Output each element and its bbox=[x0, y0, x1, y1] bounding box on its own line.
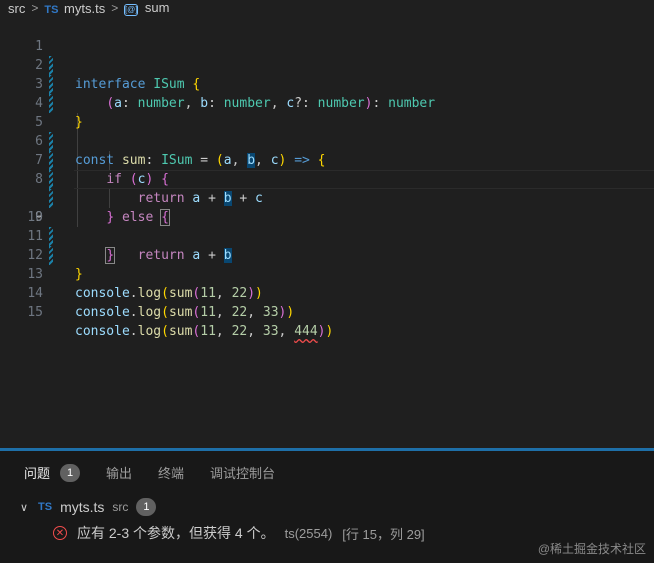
symbol-variable-icon: [@] bbox=[124, 3, 139, 16]
code-line-active[interactable]: 9 return a + b bbox=[0, 170, 654, 263]
tab-terminal-label: 终端 bbox=[158, 466, 185, 481]
code-line[interactable]: 8 } else { bbox=[0, 151, 654, 226]
error-icon: ✕ bbox=[53, 526, 67, 540]
chevron-right-icon: > bbox=[31, 1, 39, 15]
code-line[interactable]: 2 (a: number, b: number, c?: number): nu… bbox=[0, 37, 654, 111]
code-editor[interactable]: 1 interface ISum { 2 (a: number, b: numb… bbox=[0, 18, 654, 448]
problem-file-count-badge: 1 bbox=[136, 498, 157, 516]
code-line[interactable]: 12 bbox=[0, 227, 654, 263]
code-line[interactable]: 10 } bbox=[0, 189, 654, 264]
typescript-icon: TS bbox=[44, 3, 59, 16]
problem-message: 应有 2-3 个参数，但获得 4 个。 bbox=[77, 525, 275, 541]
code-line[interactable]: 1 interface ISum { bbox=[0, 18, 654, 92]
problem-file-row[interactable]: ∨ TS myts.ts src 1 bbox=[18, 498, 157, 516]
problem-item[interactable]: ✕ 应有 2-3 个参数，但获得 4 个。 ts(2554) [行 15，列 2… bbox=[53, 523, 425, 543]
panel-tabs: 问题 1 输出 终端 调试控制台 bbox=[24, 463, 275, 482]
tab-debug-console-label: 调试控制台 bbox=[210, 466, 276, 481]
tab-output[interactable]: 输出 bbox=[106, 463, 132, 482]
line-number: 15 bbox=[27, 305, 43, 320]
tab-problems[interactable]: 问题 1 bbox=[24, 463, 81, 482]
tab-terminal[interactable]: 终端 bbox=[158, 463, 184, 482]
code-line[interactable]: 7 return a + b + c bbox=[0, 132, 654, 206]
code-text: console.log(sum(11, 22, 33)) bbox=[75, 305, 295, 320]
chevron-right-icon: > bbox=[111, 1, 119, 15]
typescript-icon: TS bbox=[38, 501, 53, 513]
code-line[interactable]: 13 console.log(sum(11, 22)) bbox=[0, 246, 654, 301]
code-line[interactable]: 15 console.log(sum(11, 22, 33, 444)) bbox=[0, 284, 654, 339]
bottom-panel: 问题 1 输出 终端 调试控制台 ∨ TS myts.ts src 1 ✕ 应有… bbox=[0, 451, 654, 563]
current-line-highlight bbox=[74, 170, 654, 189]
breadcrumb-folder[interactable]: src bbox=[8, 1, 25, 16]
code-line[interactable]: 5 const sum: ISum = (a, b, c) => { bbox=[0, 94, 654, 168]
chevron-down-icon[interactable]: ∨ bbox=[18, 501, 30, 514]
tab-output-label: 输出 bbox=[106, 466, 133, 481]
code-text: console.log(sum(11, 22, 33, 444)) bbox=[75, 324, 334, 339]
tab-problems-label: 问题 bbox=[24, 466, 51, 481]
code-line[interactable]: 3 } bbox=[0, 56, 654, 130]
breadcrumb: src > TS myts.ts > [@] sum bbox=[0, 0, 654, 16]
code-line[interactable]: 4 bbox=[0, 75, 654, 111]
code-line[interactable]: 6 if (c) { bbox=[0, 113, 654, 187]
problem-file-name: myts.ts bbox=[60, 499, 105, 515]
problem-location: [行 15，列 29] bbox=[342, 526, 425, 542]
breadcrumb-symbol-label: sum bbox=[144, 0, 170, 16]
problem-code: ts(2554) bbox=[284, 525, 333, 541]
code-line[interactable]: 14 console.log(sum(11, 22, 33)) bbox=[0, 265, 654, 320]
watermark: @稀土掘金技术社区 bbox=[537, 542, 646, 556]
breadcrumb-file[interactable]: TS myts.ts bbox=[44, 1, 105, 16]
problem-file-dir: src bbox=[112, 500, 129, 514]
tab-debug-console[interactable]: 调试控制台 bbox=[210, 463, 275, 482]
breadcrumb-symbol[interactable]: [@] sum bbox=[124, 0, 169, 16]
vscode-window: src > TS myts.ts > [@] sum 1 interface I… bbox=[0, 0, 654, 563]
breadcrumb-file-label: myts.ts bbox=[64, 0, 106, 16]
problems-count-badge: 1 bbox=[60, 463, 81, 482]
code-line[interactable]: 11 } bbox=[0, 208, 654, 282]
